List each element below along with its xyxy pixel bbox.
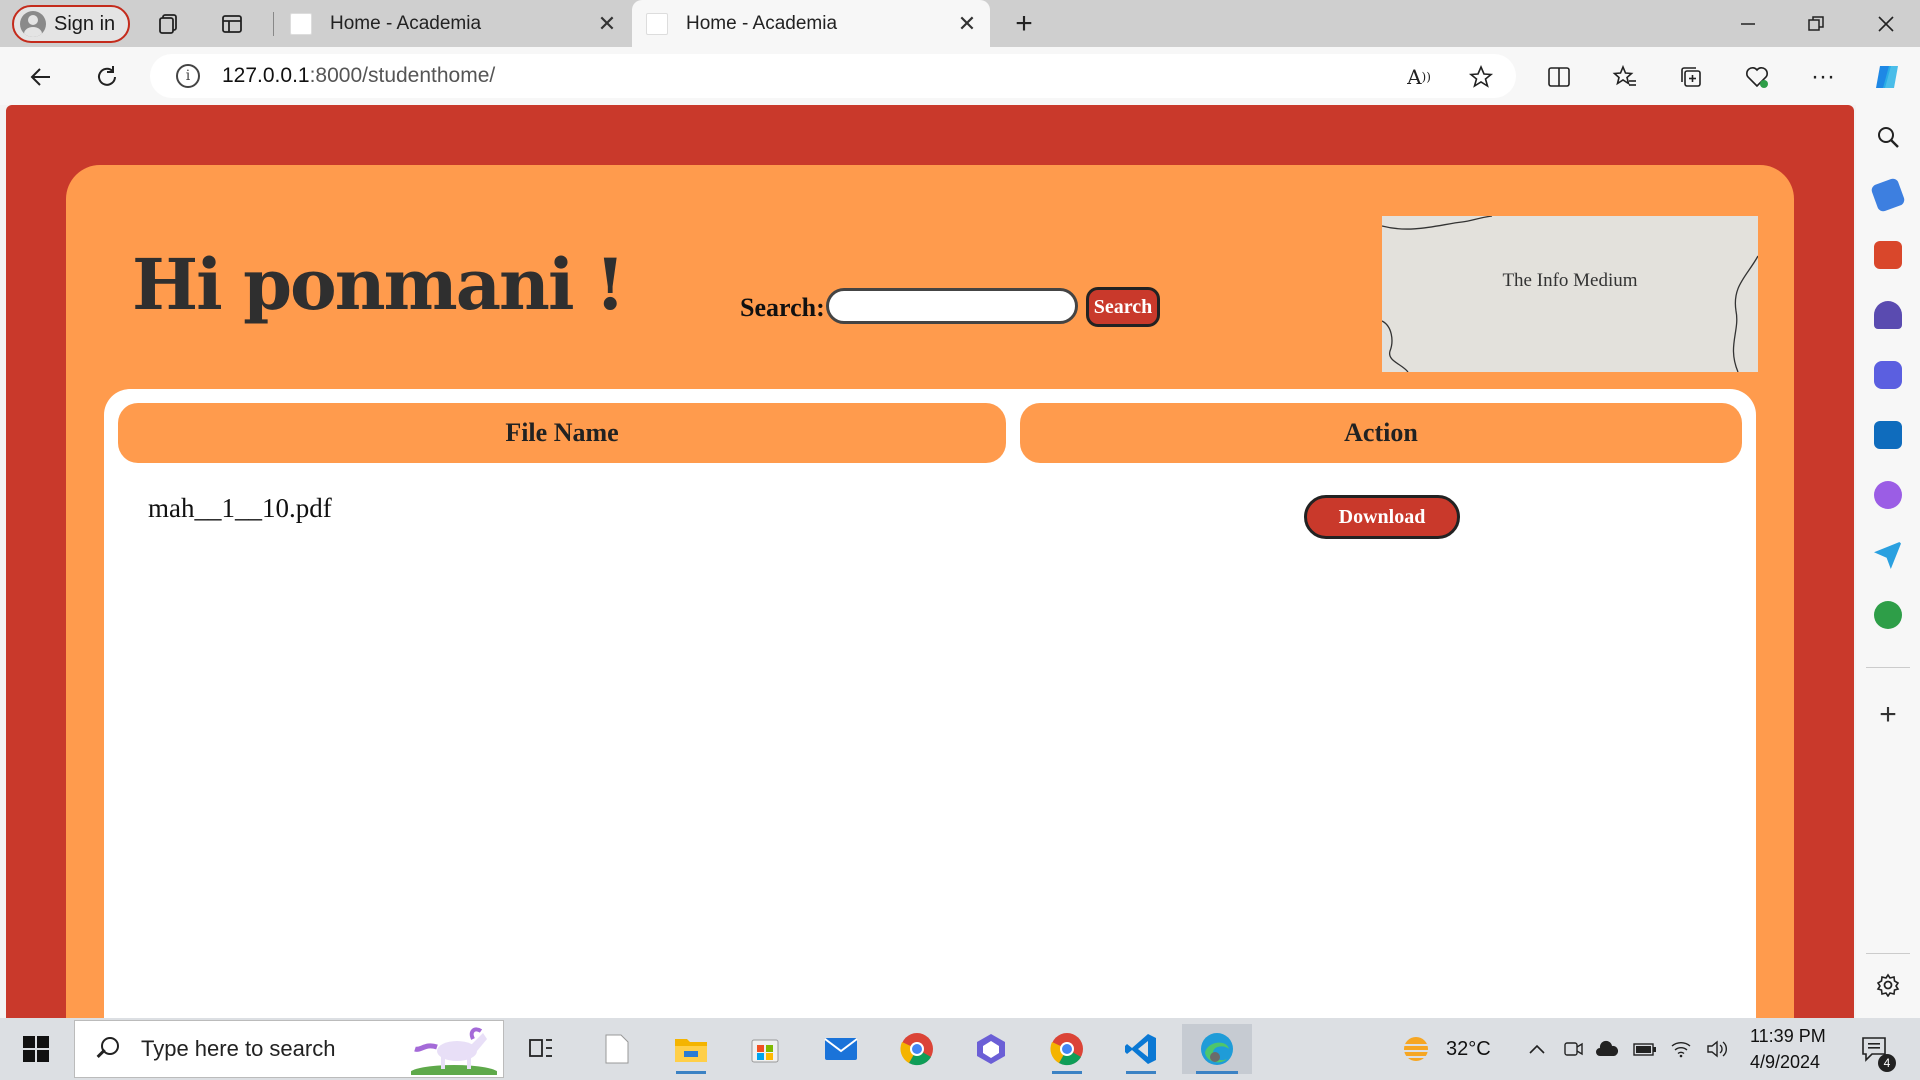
restore-icon[interactable] (1782, 0, 1850, 47)
close-window-icon[interactable] (1852, 0, 1920, 47)
chrome-icon[interactable] (892, 1024, 942, 1074)
browser-essentials-icon[interactable] (1738, 58, 1776, 96)
running-indicator (676, 1071, 706, 1074)
read-aloud-icon[interactable]: A)) (1400, 58, 1438, 96)
profile-avatar-icon (20, 11, 46, 37)
mail-icon[interactable] (816, 1024, 866, 1074)
file-explorer-icon[interactable] (666, 1024, 716, 1074)
microsoft-365-icon[interactable] (1874, 361, 1902, 389)
page-favicon-icon (290, 12, 312, 35)
vscode-icon[interactable] (1116, 1024, 1166, 1074)
close-tab-icon[interactable]: ✕ (592, 9, 622, 39)
designer-icon[interactable] (1874, 481, 1902, 509)
sidebar-divider (1866, 667, 1910, 668)
add-sidebar-app-icon[interactable]: + (1872, 698, 1904, 731)
microsoft-store-icon[interactable] (740, 1024, 790, 1074)
clock-date[interactable]: 4/9/2024 (1750, 1052, 1820, 1073)
copilot-app-icon[interactable] (966, 1024, 1016, 1074)
favorites-icon[interactable] (1606, 58, 1644, 96)
page-title: Hi ponmani ! (132, 243, 626, 326)
weather-sun-icon[interactable] (1398, 1031, 1434, 1067)
tools-briefcase-icon[interactable] (1874, 241, 1902, 269)
taskbar-search-placeholder: Type here to search (141, 1036, 336, 1061)
column-header-file-name: File Name (118, 403, 1006, 463)
copilot-icon[interactable] (1868, 58, 1906, 96)
page-favicon-icon (646, 12, 668, 35)
new-tab-icon[interactable]: + (1006, 6, 1042, 42)
onedrive-cloud-icon[interactable] (1594, 1036, 1620, 1062)
close-tab-icon[interactable]: ✕ (952, 9, 982, 39)
running-indicator (1052, 1071, 1082, 1074)
download-button[interactable]: Download (1304, 495, 1460, 539)
notepad-file-icon[interactable] (592, 1024, 642, 1074)
tab-separator (273, 12, 274, 36)
clock-time[interactable]: 11:39 PM (1750, 1026, 1826, 1047)
tab-title: Home - Academia (686, 12, 838, 34)
volume-speaker-icon[interactable] (1704, 1036, 1730, 1062)
search-icon[interactable] (1872, 121, 1904, 153)
browser-tab-strip: Sign in Home - Academia ✕ Home - Academi… (0, 0, 1920, 47)
refresh-icon[interactable] (88, 58, 126, 96)
url-host: 127.0.0.1 (222, 64, 310, 87)
back-icon[interactable] (22, 58, 60, 96)
search-icon (93, 1035, 121, 1063)
sign-in-button[interactable]: Sign in (12, 5, 130, 43)
search-button[interactable]: Search (1086, 287, 1160, 327)
unicorn-illustration-icon (411, 1027, 497, 1075)
sign-in-label: Sign in (54, 12, 116, 35)
browser-toolbar: i 127.0.0.1:8000/studenthome/ A)) ··· (0, 47, 1920, 105)
sidebar-divider (1866, 953, 1910, 954)
sidebar-settings-gear-icon[interactable] (1872, 969, 1904, 1001)
main-card: Hi ponmani ! Search: Search The Info Med… (66, 165, 1794, 1018)
show-hidden-icons-chevron-up-icon[interactable] (1524, 1036, 1550, 1062)
wifi-icon[interactable] (1668, 1036, 1694, 1062)
search-input[interactable] (826, 288, 1078, 324)
meet-now-icon[interactable] (1560, 1036, 1586, 1062)
vertical-tabs-icon[interactable] (214, 6, 250, 42)
site-info-icon[interactable]: i (176, 64, 200, 88)
shopping-tag-icon[interactable] (1870, 177, 1906, 213)
favorite-star-icon[interactable] (1462, 58, 1500, 96)
edge-icon[interactable] (1182, 1024, 1252, 1074)
running-indicator (1196, 1071, 1238, 1074)
edge-sidebar: + (1856, 105, 1920, 1018)
address-bar[interactable]: i 127.0.0.1:8000/studenthome/ (150, 54, 1516, 98)
outlook-icon[interactable] (1874, 421, 1902, 449)
logo-contour-lines (1382, 216, 1758, 372)
more-options-icon[interactable]: ··· (1804, 58, 1842, 96)
start-button[interactable] (0, 1018, 72, 1080)
battery-icon[interactable] (1632, 1036, 1658, 1062)
running-indicator (1126, 1071, 1156, 1074)
task-view-icon[interactable] (516, 1024, 566, 1074)
notification-center-icon[interactable]: 4 (1858, 1032, 1896, 1072)
url-path: :8000/studenthome/ (309, 64, 496, 87)
split-screen-icon[interactable] (1540, 58, 1578, 96)
notification-count-badge: 4 (1878, 1054, 1896, 1072)
tab-title: Home - Academia (330, 12, 482, 34)
site-logo: The Info Medium (1382, 216, 1758, 372)
weather-temperature[interactable]: 32°C (1446, 1038, 1491, 1061)
send-icon[interactable] (1874, 541, 1902, 569)
taskbar-search-box[interactable]: Type here to search (74, 1020, 504, 1078)
windows-taskbar: Type here to search 32°C 11:39 PM 4/9/20… (0, 1018, 1920, 1080)
page-viewport: Hi ponmani ! Search: Search The Info Med… (6, 105, 1854, 1018)
tab-home-academia-1[interactable]: Home - Academia ✕ (276, 0, 630, 47)
games-chess-icon[interactable] (1874, 301, 1902, 329)
search-label: Search: (740, 293, 825, 322)
chrome-profile-icon[interactable] (1042, 1024, 1092, 1074)
collections-icon[interactable] (1672, 58, 1710, 96)
files-table: File Name Action mah__1__10.pdf Download (104, 389, 1756, 1018)
logo-text: The Info Medium (1502, 270, 1638, 291)
windows-logo-icon (23, 1036, 49, 1062)
column-header-action: Action (1020, 403, 1742, 463)
file-name-cell: mah__1__10.pdf (148, 493, 332, 523)
tab-home-academia-2[interactable]: Home - Academia ✕ (632, 0, 990, 47)
minimize-icon[interactable] (1714, 0, 1782, 47)
tree-icon[interactable] (1874, 601, 1902, 629)
workspaces-icon[interactable] (150, 6, 186, 42)
